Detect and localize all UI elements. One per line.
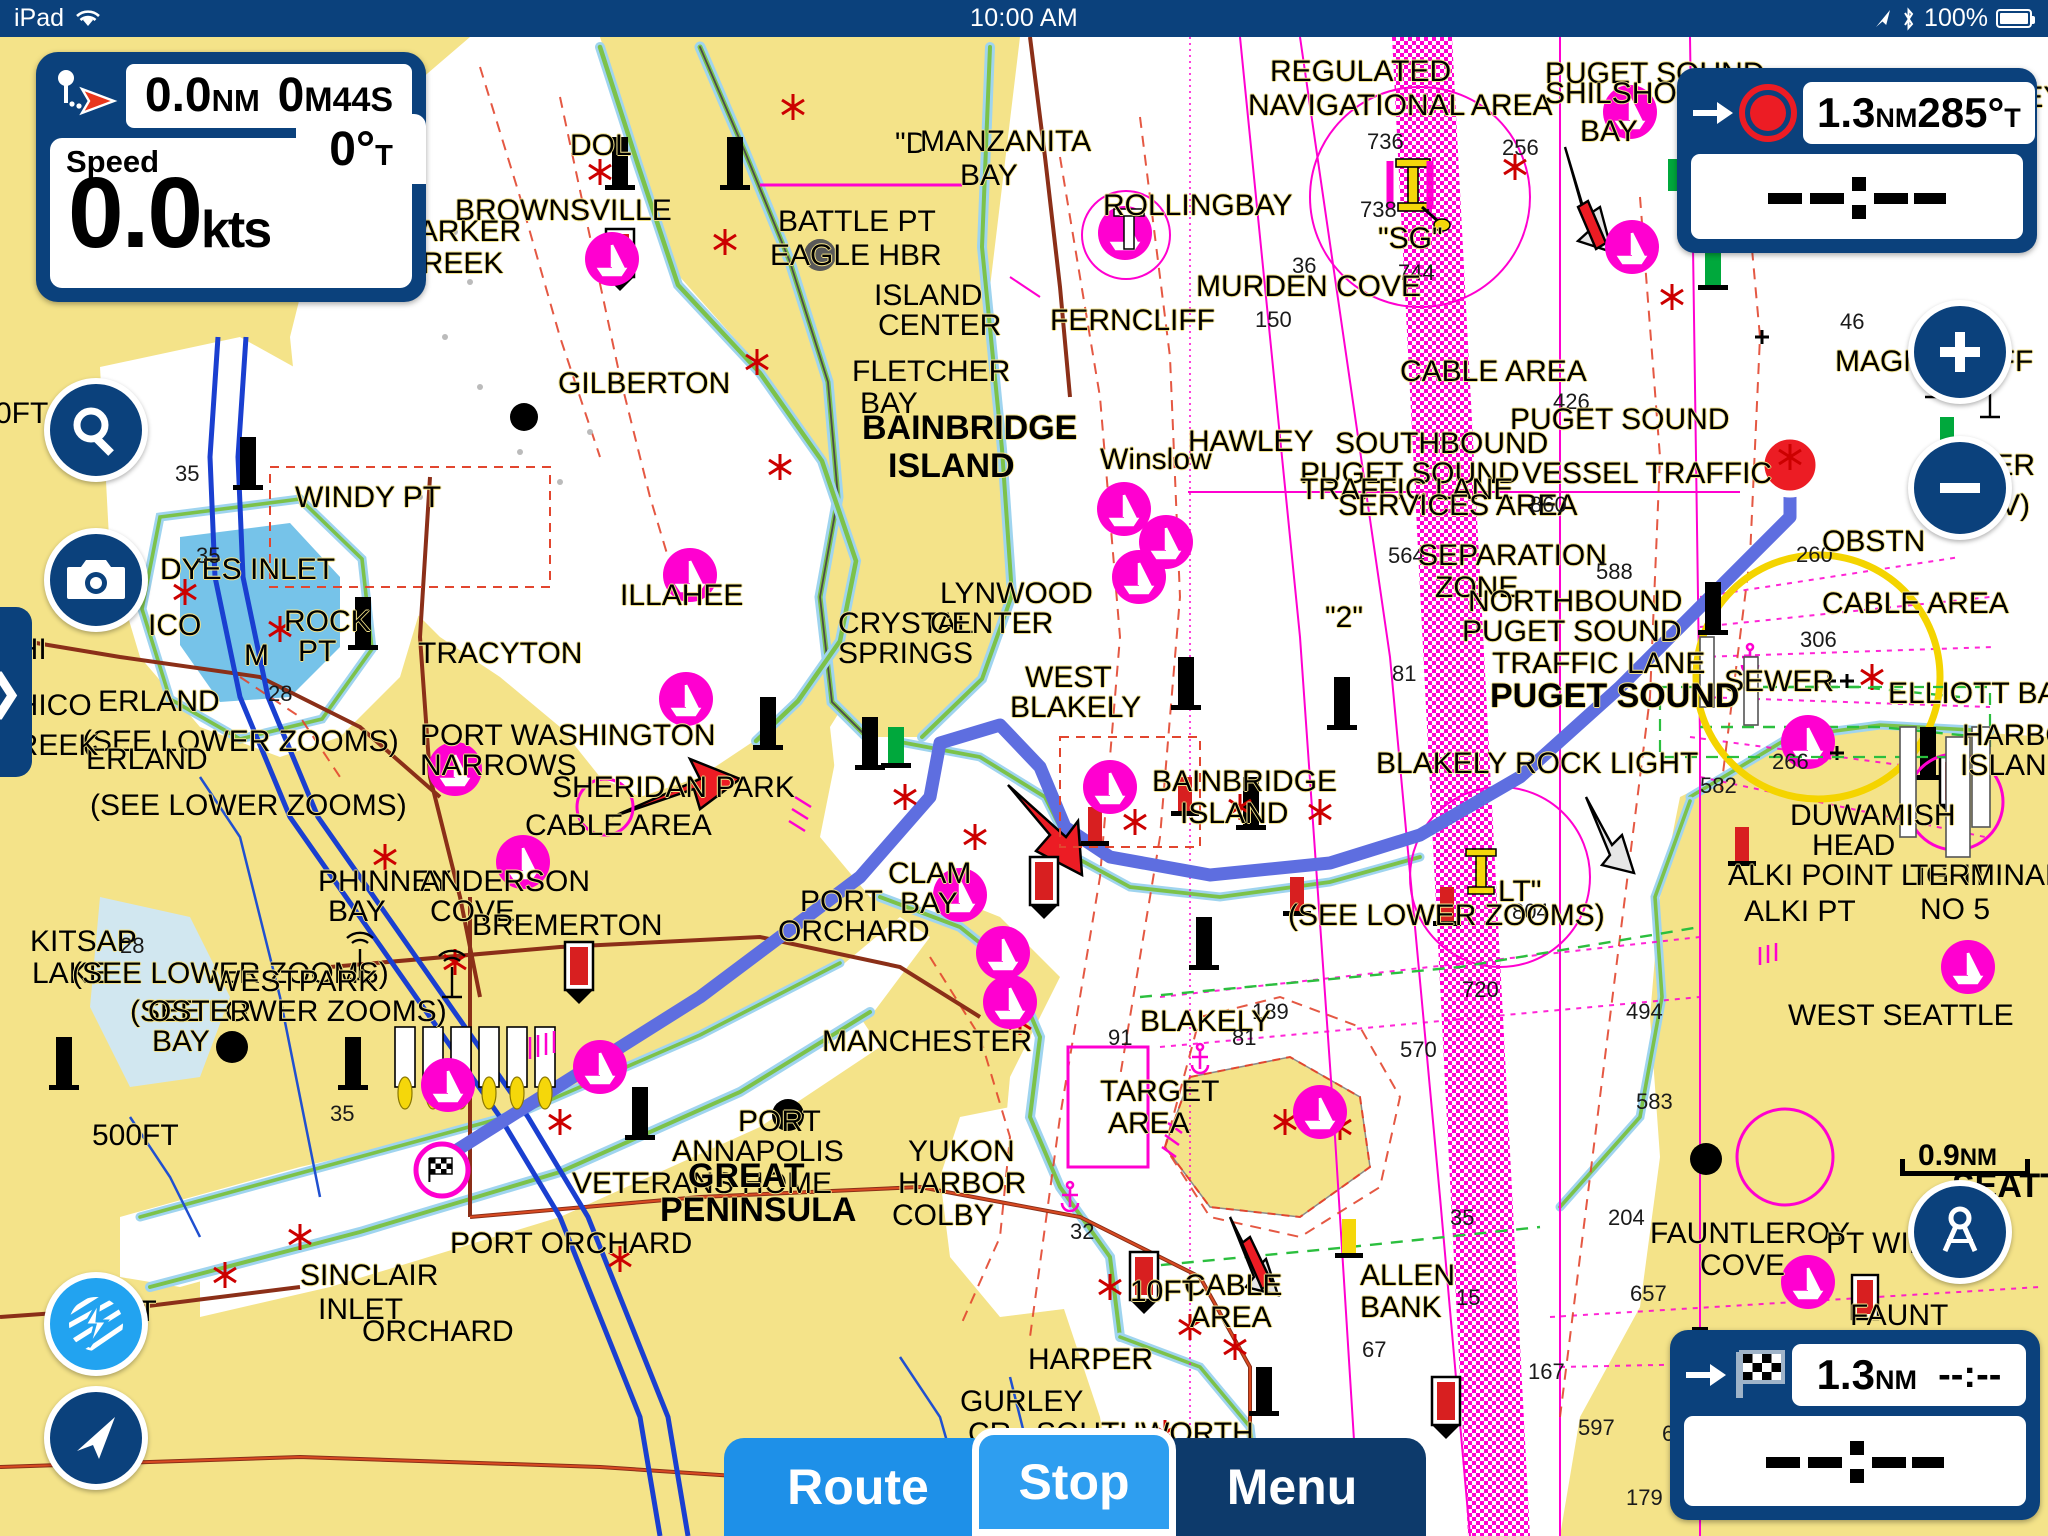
location-arrow-icon (1876, 9, 1891, 27)
next-waypoint-panel[interactable]: 1.3NM 285°T --:-- (1677, 68, 2037, 253)
marine-chart-app: iPad 10:00 AM 100% REGULATED NAVIGATIONA… (0, 0, 2048, 1536)
plus-icon (1940, 332, 1980, 372)
eta-dashes-icon (1768, 176, 1946, 219)
sonarchart-button[interactable] (44, 1272, 148, 1376)
arrow-right-icon (1693, 102, 1733, 124)
red-circle-waypoint-icon (1739, 84, 1797, 142)
zoom-in-button[interactable] (1908, 300, 2012, 404)
status-right: 100% (1873, 4, 2035, 33)
waypoint-distance: 1.3NM (1817, 89, 1918, 136)
sidebar-toggle-tab[interactable]: ❯ (0, 607, 32, 777)
clock: 10:00 AM (969, 4, 1079, 32)
heading-display: 0°T (296, 114, 426, 184)
destination-distance: 1.3NM (1816, 1351, 1917, 1398)
gps-center-button[interactable] (44, 1386, 148, 1490)
menu-button[interactable]: Menu (1158, 1438, 1426, 1536)
track-pointer-icon (58, 70, 118, 116)
heading-value: 0°T (329, 122, 393, 176)
trip-distance: 0.0NM (144, 69, 260, 122)
destination-values: 1.3NM --:-- (1792, 1344, 2026, 1406)
waypoint-header: 1.3NM 285°T (1691, 82, 2035, 144)
checkered-flag-icon (1736, 1350, 1785, 1398)
sonarchart-icon (69, 1297, 123, 1351)
minus-icon (1940, 483, 1980, 493)
trip-elapsed: 0M44S (277, 69, 394, 122)
route-button[interactable]: Route (724, 1438, 992, 1536)
chevron-right-icon: ❯ (0, 664, 24, 720)
stop-button[interactable]: Stop (972, 1428, 1176, 1536)
arrow-right-icon (1686, 1364, 1726, 1386)
trip-speed-panel[interactable]: 0.0NM 0M44S Speed 0.0kts 0°T (36, 52, 426, 302)
battery-icon (1996, 9, 2035, 28)
search-button[interactable] (44, 378, 148, 482)
speed-value: 0.0kts (68, 157, 272, 269)
zoom-out-button[interactable] (1908, 436, 2012, 540)
waypoint-eta-box: --:-- (1691, 154, 2023, 239)
destination-eta-box: --:-- (1684, 1416, 2026, 1506)
search-icon (73, 407, 114, 456)
camera-button[interactable] (44, 528, 148, 632)
camera-icon (67, 560, 125, 599)
waypoint-values: 1.3NM 285°T (1803, 82, 2035, 144)
destination-header: 1.3NM --:-- (1684, 1344, 2026, 1406)
dividers-compass-icon (1942, 1206, 1978, 1253)
eta-dashes-icon (1766, 1441, 1944, 1483)
navigation-arrow-icon (77, 1417, 115, 1459)
scale-value: 0.9NM (1918, 1139, 1998, 1172)
ios-status-bar: iPad 10:00 AM 100% (0, 0, 2048, 37)
destination-time: --:-- (1938, 1354, 2002, 1396)
waypoint-bearing: 285°T (1917, 89, 2021, 136)
destination-panel[interactable]: 1.3NM --:-- --:-- (1670, 1330, 2040, 1520)
battery-percent: 100% (1924, 4, 1988, 32)
bluetooth-icon (1904, 6, 1914, 31)
dividers-tool-button[interactable] (1908, 1180, 2012, 1284)
